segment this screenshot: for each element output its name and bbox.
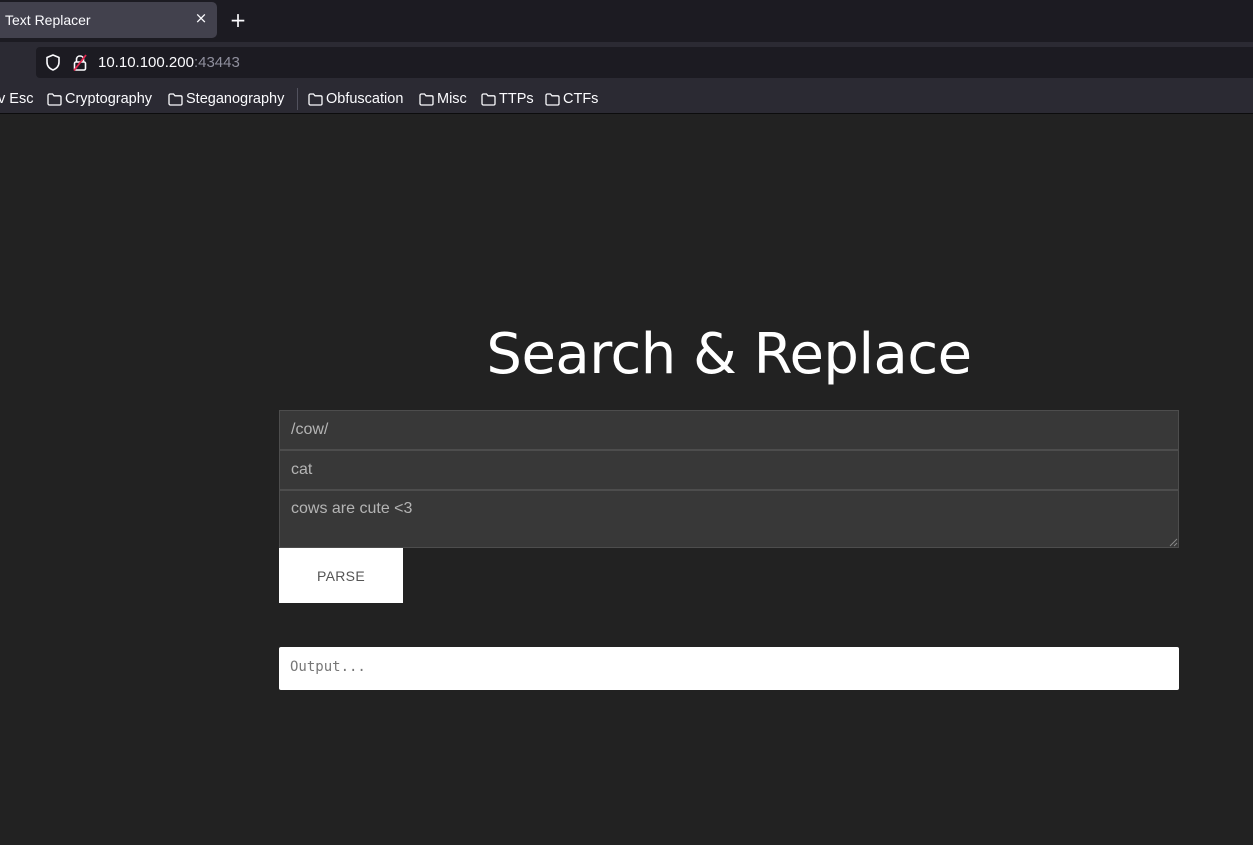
bookmark-obfuscation[interactable]: Obfuscation	[308, 89, 403, 109]
bookmark-cryptography[interactable]: Cryptography	[47, 89, 152, 109]
bookmark-ctfs[interactable]: CTFs	[545, 89, 598, 109]
new-tab-icon[interactable]: +	[228, 10, 248, 30]
bookmark-priv-esc[interactable]: v Esc	[0, 89, 33, 109]
navigation-bar: 10.10.100.200:43443	[0, 42, 1253, 84]
bookmark-label: Steganography	[186, 91, 285, 107]
bookmark-label: TTPs	[499, 91, 534, 107]
bookmark-label: v Esc	[0, 91, 34, 107]
bookmark-label: CTFs	[563, 91, 599, 107]
tab-title: Text Replacer	[5, 12, 91, 28]
bookmark-separator	[297, 88, 298, 110]
folder-icon	[47, 92, 62, 106]
page-content: Search & Replace cows are cute <3 PARSE …	[0, 115, 1253, 845]
folder-icon	[168, 92, 183, 106]
tab-strip: Text Replacer × +	[0, 0, 1253, 42]
url-bar[interactable]: 10.10.100.200:43443	[36, 47, 1253, 78]
bookmarks-toolbar: v Esc Cryptography Steganography Obfusca…	[0, 84, 1253, 114]
replacement-input[interactable]	[279, 450, 1179, 490]
tab-text-replacer[interactable]: Text Replacer ×	[0, 2, 217, 38]
resize-grip-icon[interactable]	[1168, 537, 1178, 547]
url-port: :43443	[193, 54, 240, 71]
url-host: 10.10.100.200	[98, 54, 194, 71]
bookmark-label: Misc	[437, 91, 467, 107]
insecure-lock-icon[interactable]	[73, 54, 87, 71]
page-title: Search & Replace	[486, 322, 972, 387]
search-pattern-input[interactable]	[279, 410, 1179, 450]
bookmark-misc[interactable]: Misc	[419, 89, 467, 109]
url-text: 10.10.100.200:43443	[98, 54, 240, 71]
folder-icon	[308, 92, 323, 106]
folder-icon	[545, 92, 560, 106]
folder-icon	[419, 92, 434, 106]
source-text-area[interactable]: cows are cute <3	[279, 490, 1179, 548]
close-icon[interactable]: ×	[193, 10, 209, 26]
output-box: Output...	[279, 647, 1179, 690]
bookmark-label: Cryptography	[65, 91, 153, 107]
bookmark-steganography[interactable]: Steganography	[168, 89, 284, 109]
bookmark-ttps[interactable]: TTPs	[481, 89, 534, 109]
folder-icon	[481, 92, 496, 106]
bookmark-label: Obfuscation	[326, 91, 404, 107]
shield-icon[interactable]	[45, 54, 61, 71]
parse-button[interactable]: PARSE	[279, 548, 403, 603]
